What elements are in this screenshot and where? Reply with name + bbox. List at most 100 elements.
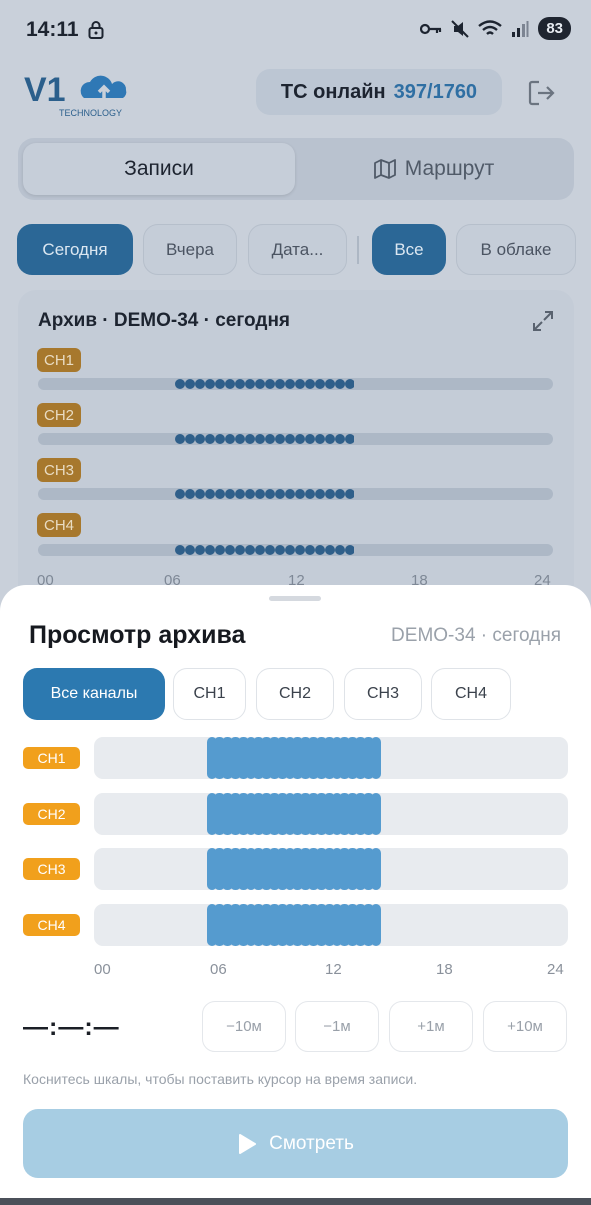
channel-tab-ch4-label: CH4 — [454, 685, 487, 702]
play-icon — [239, 1133, 257, 1154]
filter-cloud-label: В облаке — [480, 239, 552, 259]
channel-tab-ch2-label: CH2 — [278, 685, 311, 702]
online-count: 397/1760 — [393, 80, 478, 103]
archive-title: Архив · DEMO-34 · сегодня — [38, 310, 291, 331]
archive-ch1-track — [38, 378, 553, 390]
tab-records-label: Записи — [124, 157, 194, 180]
timeline-axis-label: 18 — [436, 961, 453, 978]
channel-badge: CH3 — [23, 858, 80, 880]
channel-tab-ch1-label: CH1 — [193, 685, 226, 702]
watch-button[interactable]: Смотреть — [23, 1109, 568, 1178]
archive-recording-dots — [175, 379, 354, 389]
timeline-track[interactable] — [94, 737, 568, 779]
timeline-axis-label: 24 — [547, 961, 564, 978]
timeline-axis-label: 00 — [94, 961, 111, 978]
tab-records[interactable]: Записи — [23, 143, 295, 195]
archive-card: Архив · DEMO-34 · сегодня CH1 CH2 CH3 CH… — [18, 290, 574, 620]
timeline-hint: Коснитесь шкалы, чтобы поставить курсор … — [23, 1071, 418, 1087]
channel-tab-all[interactable]: Все каналы — [23, 668, 165, 720]
timeline-row-ch2: CH2 — [0, 793, 591, 835]
timeline-row-ch1: CH1 — [0, 737, 591, 779]
timeline-track[interactable] — [94, 848, 568, 890]
archive-ch3-badge: CH3 — [37, 458, 82, 482]
recording-segment — [206, 793, 382, 835]
channel-tab-ch2[interactable]: CH2 — [256, 668, 334, 720]
status-bar: 14:11 83 — [0, 0, 591, 60]
online-vehicles-pill: ТС онлайн 397/1760 — [256, 69, 502, 115]
tab-route-label: Маршрут — [404, 157, 495, 180]
timeline-row-ch4: CH4 — [0, 904, 591, 946]
channel-tab-ch1[interactable]: CH1 — [173, 668, 246, 720]
filter-all-label: Все — [394, 239, 424, 259]
channel-tab-ch3-label: CH3 — [366, 685, 399, 702]
step-plus-1m-button[interactable]: +1м — [389, 1001, 473, 1052]
step-minus-10m-button[interactable]: −10м — [202, 1001, 286, 1052]
tab-route[interactable]: Маршрут — [300, 143, 568, 195]
status-icons: 83 — [420, 17, 571, 40]
channel-badge: CH4 — [23, 914, 80, 936]
lock-icon — [88, 21, 104, 39]
archive-ch1-badge: CH1 — [37, 348, 82, 372]
archive-recording-dots — [175, 489, 354, 499]
filter-bar: Сегодня Вчера Дата... Все В облаке — [17, 224, 577, 276]
expand-icon[interactable] — [532, 310, 554, 332]
svg-text:V1: V1 — [24, 71, 66, 109]
filter-all[interactable]: Все — [372, 224, 446, 275]
key-icon — [420, 23, 442, 34]
timeline-axis-label: 06 — [210, 961, 227, 978]
channel-badge: CH2 — [23, 803, 80, 825]
filter-today[interactable]: Сегодня — [17, 224, 133, 275]
timeline-row-ch3: CH3 — [0, 848, 591, 890]
map-icon — [373, 159, 396, 179]
archive-viewer-sheet: Просмотр архива DEMO-34 · сегодня Все ка… — [0, 585, 591, 1205]
channel-badge: CH1 — [23, 747, 80, 769]
step-minus-1m-button[interactable]: −1м — [295, 1001, 379, 1052]
step-label: −10м — [226, 1018, 262, 1035]
wifi-icon — [478, 19, 503, 35]
archive-recording-dots — [175, 545, 354, 555]
mute-icon — [451, 19, 470, 38]
v1-technology-logo: V1 TECHNOLOGY — [24, 71, 127, 118]
filter-cloud[interactable]: В облаке — [456, 224, 576, 275]
archive-ch4-track — [38, 544, 553, 556]
signal-icon — [512, 20, 529, 37]
svg-text:TECHNOLOGY: TECHNOLOGY — [59, 108, 122, 118]
archive-recording-dots — [175, 434, 354, 444]
cursor-time-readout: —:—:— — [23, 1013, 120, 1041]
recording-segment — [206, 737, 382, 779]
filter-date-label: Дата... — [271, 239, 324, 259]
app-header: V1 TECHNOLOGY ТС онлайн 397/1760 — [0, 60, 591, 130]
step-label: −1м — [323, 1018, 351, 1035]
main-tabs: Записи Маршрут — [18, 138, 574, 200]
system-navigation-bar — [0, 1198, 591, 1205]
timeline-track[interactable] — [94, 793, 568, 835]
status-time: 14:11 — [26, 18, 79, 41]
battery-indicator: 83 — [538, 17, 571, 40]
sheet-grabber[interactable] — [269, 596, 321, 601]
recording-segment — [206, 848, 382, 890]
channel-tab-ch3[interactable]: CH3 — [344, 668, 422, 720]
logout-icon[interactable] — [526, 78, 556, 108]
archive-ch2-badge: CH2 — [37, 403, 82, 427]
filter-yesterday[interactable]: Вчера — [143, 224, 237, 275]
watch-button-label: Смотреть — [269, 1132, 354, 1154]
sheet-title: Просмотр архива — [29, 621, 246, 649]
sheet-subtitle: DEMO-34 · сегодня — [391, 625, 561, 646]
archive-ch2-track — [38, 433, 553, 445]
step-label: +10м — [507, 1018, 543, 1035]
online-label: ТС онлайн — [280, 80, 386, 103]
channel-tabs: Все каналы CH1 CH2 CH3 CH4 — [23, 668, 568, 720]
channel-tab-all-label: Все каналы — [50, 685, 138, 702]
timeline-track[interactable] — [94, 904, 568, 946]
filter-yesterday-label: Вчера — [166, 239, 214, 259]
recording-segment — [206, 904, 382, 946]
filter-today-label: Сегодня — [42, 239, 108, 259]
step-label: +1м — [417, 1018, 445, 1035]
archive-ch3-track — [38, 488, 553, 500]
step-plus-10m-button[interactable]: +10м — [483, 1001, 567, 1052]
filter-date[interactable]: Дата... — [248, 224, 347, 275]
archive-ch4-badge: CH4 — [37, 513, 82, 537]
channel-tab-ch4[interactable]: CH4 — [431, 668, 511, 720]
timeline-axis-label: 12 — [325, 961, 342, 978]
filter-divider — [357, 236, 359, 264]
